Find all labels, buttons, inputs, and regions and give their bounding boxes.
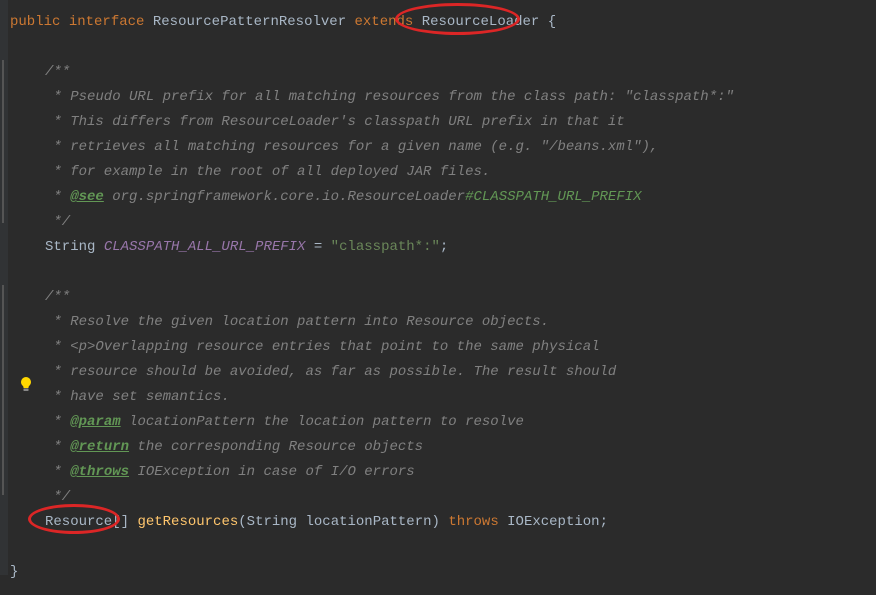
doc-comment-line: * retrieves all matching resources for a… xyxy=(10,135,876,160)
doc-comment-line: * @param locationPattern the location pa… xyxy=(10,410,876,435)
brace: { xyxy=(539,14,556,30)
doc-comment-line: * Pseudo URL prefix for all matching res… xyxy=(10,85,876,110)
comment: in case of I/O errors xyxy=(230,464,415,480)
doc-comment-line: * Resolve the given location pattern int… xyxy=(10,310,876,335)
doc-comment-line: * This differs from ResourceLoader's cla… xyxy=(10,110,876,135)
doc-comment-line: /** xyxy=(10,285,876,310)
keyword: public xyxy=(10,14,60,30)
paren: ) xyxy=(432,514,449,530)
comment: /** xyxy=(45,289,70,305)
comment: /** xyxy=(45,64,70,80)
class-name: ResourcePatternResolver xyxy=(153,14,346,30)
blank-line xyxy=(10,260,876,285)
doc-comment-line: * have set semantics. xyxy=(10,385,876,410)
comment: * xyxy=(45,439,70,455)
doc-comment-line: */ xyxy=(10,485,876,510)
param-type: String xyxy=(247,514,306,530)
code-line: } xyxy=(10,560,876,585)
comment: * xyxy=(45,414,70,430)
brace: } xyxy=(10,564,18,580)
comment: * have set semantics. xyxy=(45,389,230,405)
doc-tag: @see xyxy=(70,189,104,205)
doc-tag: @return xyxy=(70,439,129,455)
doc-link: #CLASSPATH_URL_PREFIX xyxy=(465,189,641,205)
comment: * This differs from ResourceLoader's cla… xyxy=(45,114,625,130)
semicolon: ; xyxy=(600,514,608,530)
comment: */ xyxy=(45,214,70,230)
method-name: getResources xyxy=(137,514,238,530)
parent-class: ResourceLoader xyxy=(422,14,540,30)
field-name: CLASSPATH_ALL_URL_PREFIX xyxy=(104,239,306,255)
doc-comment-line: * resource should be avoided, as far as … xyxy=(10,360,876,385)
comment: the corresponding Resource objects xyxy=(129,439,423,455)
doc-comment-line: * <p>Overlapping resource entries that p… xyxy=(10,335,876,360)
keyword: throws xyxy=(448,514,498,530)
code-line: String CLASSPATH_ALL_URL_PREFIX = "class… xyxy=(10,235,876,260)
return-type: Resource xyxy=(45,514,112,530)
blank-line xyxy=(10,535,876,560)
array-brackets: [] xyxy=(112,514,137,530)
type: String xyxy=(45,239,104,255)
blank-line xyxy=(10,35,876,60)
doc-comment-line: * @return the corresponding Resource obj… xyxy=(10,435,876,460)
string-literal: "classpath*:" xyxy=(331,239,440,255)
doc-comment-line: * for example in the root of all deploye… xyxy=(10,160,876,185)
keyword: interface xyxy=(69,14,145,30)
doc-comment-line: * @throws IOException in case of I/O err… xyxy=(10,460,876,485)
comment: * Pseudo URL prefix for all matching res… xyxy=(45,89,734,105)
comment: * Resolve the given location pattern int… xyxy=(45,314,549,330)
param-name: locationPattern xyxy=(305,514,431,530)
code-line: public interface ResourcePatternResolver… xyxy=(10,10,876,35)
operator: = xyxy=(305,239,330,255)
keyword: extends xyxy=(355,14,414,30)
code-line: Resource[] getResources(String locationP… xyxy=(10,510,876,535)
comment: */ xyxy=(45,489,70,505)
doc-tag: @throws xyxy=(70,464,129,480)
paren: ( xyxy=(238,514,246,530)
doc-comment-line: */ xyxy=(10,210,876,235)
comment: * retrieves all matching resources for a… xyxy=(45,139,658,155)
comment: * resource should be avoided, as far as … xyxy=(45,364,616,380)
semicolon: ; xyxy=(440,239,448,255)
comment: * for example in the root of all deploye… xyxy=(45,164,490,180)
comment: * <p>Overlapping resource entries that p… xyxy=(45,339,600,355)
doc-comment-line: /** xyxy=(10,60,876,85)
exception-type: IOException xyxy=(499,514,600,530)
code-editor[interactable]: public interface ResourcePatternResolver… xyxy=(0,0,876,595)
comment: the location pattern to resolve xyxy=(255,414,524,430)
exception-name: IOException xyxy=(129,464,230,480)
comment: * xyxy=(45,189,70,205)
doc-tag: @param xyxy=(70,414,120,430)
comment: * xyxy=(45,464,70,480)
doc-reference: org.springframework.core.io.ResourceLoad… xyxy=(104,189,465,205)
param-name: locationPattern xyxy=(121,414,255,430)
doc-comment-line: * @see org.springframework.core.io.Resou… xyxy=(10,185,876,210)
